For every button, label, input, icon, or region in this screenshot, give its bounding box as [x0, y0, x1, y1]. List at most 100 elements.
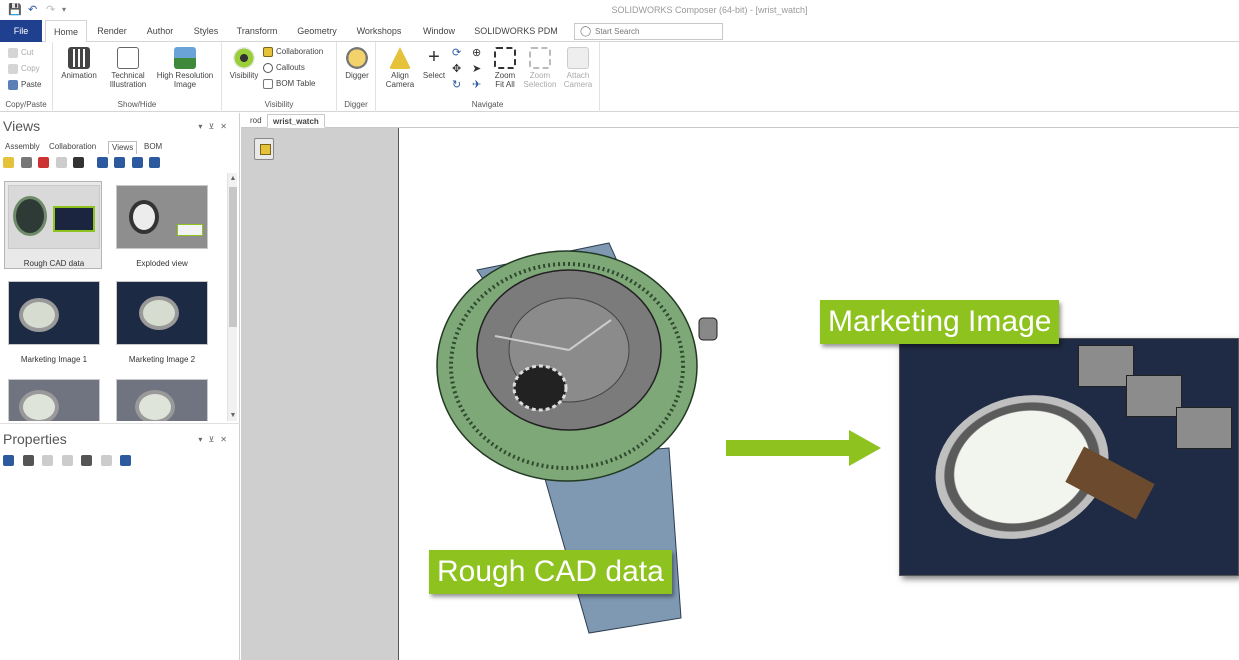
- tab-home[interactable]: Home: [45, 20, 87, 43]
- copy-view-icon[interactable]: [55, 157, 67, 168]
- view-thumbnail-5[interactable]: [8, 379, 100, 421]
- camera-view-icon[interactable]: [96, 157, 108, 168]
- tab-views[interactable]: Views: [108, 141, 138, 154]
- sort-az-icon[interactable]: [22, 455, 34, 466]
- tab-collaboration[interactable]: Collaboration: [46, 141, 99, 154]
- tab-author[interactable]: Author: [140, 20, 180, 42]
- tab-assembly[interactable]: Assembly: [2, 141, 43, 154]
- watch-thumb-graphic: [19, 298, 59, 332]
- scroll-down-icon[interactable]: ▼: [229, 412, 237, 419]
- walk-icon[interactable]: ✈: [472, 78, 481, 92]
- landscape-image-icon: [174, 47, 196, 69]
- eye-icon: [233, 47, 255, 69]
- views-panel-controls[interactable]: ▾⊻✕: [198, 122, 233, 131]
- watch-thumb-graphic: [135, 390, 175, 421]
- group-label-digger: Digger: [344, 100, 368, 109]
- tab-transform[interactable]: Transform: [232, 20, 282, 42]
- tab-styles[interactable]: Styles: [187, 20, 225, 42]
- 3d-viewport[interactable]: Marketing Image Rough CAD data: [398, 128, 1239, 660]
- update-view-icon[interactable]: [20, 157, 32, 168]
- view-label-exploded[interactable]: Exploded view: [110, 259, 214, 268]
- copy-button[interactable]: Copy: [8, 62, 40, 76]
- camera-view-icon[interactable]: [149, 157, 161, 168]
- categorized-icon[interactable]: [3, 455, 14, 466]
- scrollbar-thumb[interactable]: [229, 187, 237, 327]
- ribbon: Cut Copy Paste Copy/Paste Animation Tech…: [0, 42, 1239, 112]
- properties-toolbar: [3, 455, 137, 468]
- bom-thumb-graphic: [177, 224, 203, 236]
- filter-icon[interactable]: [81, 455, 93, 466]
- delete-view-icon[interactable]: [38, 157, 50, 168]
- properties-disabled-icon[interactable]: [61, 455, 73, 466]
- view-thumbnail-rough-cad[interactable]: [8, 185, 100, 249]
- pencil-icon[interactable]: [100, 455, 112, 466]
- group-label-visibility: Visibility: [264, 100, 294, 109]
- brush-icon[interactable]: [73, 157, 85, 168]
- tab-geometry[interactable]: Geometry: [293, 20, 341, 42]
- composer-window: 💾 ↶ ↷ ▾ SOLIDWORKS Composer (64-bit) - […: [0, 0, 1239, 660]
- tab-file[interactable]: File: [0, 20, 42, 42]
- views-scrollbar[interactable]: ▲ ▼: [227, 173, 237, 421]
- copy-label: Copy: [21, 64, 40, 73]
- mini-view-3: [1176, 407, 1232, 449]
- green-arrow: [726, 430, 881, 466]
- technical-illustration-button[interactable]: Technical Illustration: [105, 47, 151, 89]
- view-thumbnail-6[interactable]: [116, 379, 208, 421]
- callouts-label: Callouts: [276, 63, 305, 72]
- zoom-icon[interactable]: ⊕: [472, 46, 481, 60]
- zoom-fit-all-button[interactable]: Zoom Fit All: [490, 47, 520, 89]
- magnifier-icon: [346, 47, 368, 69]
- view-thumbnail-marketing-1[interactable]: [8, 281, 100, 345]
- clipboard-icon: [8, 79, 18, 90]
- turntable-icon[interactable]: ↻: [452, 78, 461, 92]
- search-placeholder: Start Search: [595, 27, 640, 36]
- view-label-marketing-2[interactable]: Marketing Image 2: [110, 355, 214, 364]
- select-label: Select: [422, 71, 446, 80]
- align-camera-button[interactable]: Align Camera: [380, 47, 420, 89]
- cut-button[interactable]: Cut: [8, 46, 33, 60]
- view-stack-icon[interactable]: [254, 138, 274, 160]
- search-input[interactable]: ◯ Start Search: [574, 23, 723, 40]
- group-copy-paste: Cut Copy Paste Copy/Paste: [0, 42, 53, 112]
- views-thumbnail-list: Rough CAD data Exploded view Marketing I…: [0, 173, 226, 421]
- properties-panel-controls[interactable]: ▾⊻✕: [198, 435, 233, 444]
- group-label-show-hide: Show/Hide: [117, 100, 157, 109]
- tab-window[interactable]: Window: [418, 20, 460, 42]
- camera-view-icon[interactable]: [131, 157, 143, 168]
- hires-label-line2: Image: [173, 80, 197, 89]
- export-icon[interactable]: [120, 455, 132, 466]
- tab-bom[interactable]: BOM: [141, 141, 165, 154]
- callouts-button[interactable]: Callouts: [263, 61, 305, 75]
- zoom-selection-button[interactable]: Zoom Selection: [522, 47, 558, 89]
- group-visibility: Visibility Collaboration Callouts BOM Ta…: [222, 42, 337, 112]
- camera-view-icon[interactable]: [114, 157, 126, 168]
- select-button[interactable]: + Select: [420, 47, 448, 80]
- digger-button[interactable]: Digger: [339, 47, 375, 80]
- scroll-up-icon[interactable]: ▲: [229, 175, 237, 182]
- callout-rough-cad-data[interactable]: Rough CAD data: [429, 550, 672, 594]
- doc-tab-wrist-watch[interactable]: wrist_watch: [267, 114, 325, 128]
- tab-solidworks-pdm[interactable]: SOLIDWORKS PDM: [472, 20, 560, 42]
- marketing-thumb-graphic: [53, 206, 95, 232]
- new-view-icon[interactable]: [3, 157, 14, 168]
- high-resolution-image-button[interactable]: High Resolution Image: [153, 47, 217, 89]
- visibility-button[interactable]: Visibility: [226, 47, 262, 80]
- rotate-icon[interactable]: ⟳: [452, 46, 461, 60]
- view-label-marketing-1[interactable]: Marketing Image 1: [2, 355, 106, 364]
- view-thumbnail-exploded[interactable]: [116, 185, 208, 249]
- fly-icon[interactable]: ➤: [472, 62, 481, 76]
- paste-button[interactable]: Paste: [8, 78, 41, 92]
- zoom-label-line2: Fit All: [495, 80, 515, 89]
- tab-workshops[interactable]: Workshops: [352, 20, 406, 42]
- view-label-rough-cad[interactable]: Rough CAD data: [2, 259, 106, 268]
- tab-render[interactable]: Render: [92, 20, 132, 42]
- properties-disabled-icon[interactable]: [42, 455, 54, 466]
- animation-button[interactable]: Animation: [57, 47, 101, 80]
- view-thumbnail-marketing-2[interactable]: [116, 281, 208, 345]
- attach-camera-button[interactable]: Attach Camera: [560, 47, 596, 89]
- bom-table-checkbox[interactable]: BOM Table: [263, 77, 315, 91]
- doc-tab-rod[interactable]: rod: [245, 114, 267, 128]
- collaboration-button[interactable]: Collaboration: [263, 45, 323, 59]
- callout-marketing-image[interactable]: Marketing Image: [820, 300, 1060, 344]
- pan-icon[interactable]: ✥: [452, 62, 461, 76]
